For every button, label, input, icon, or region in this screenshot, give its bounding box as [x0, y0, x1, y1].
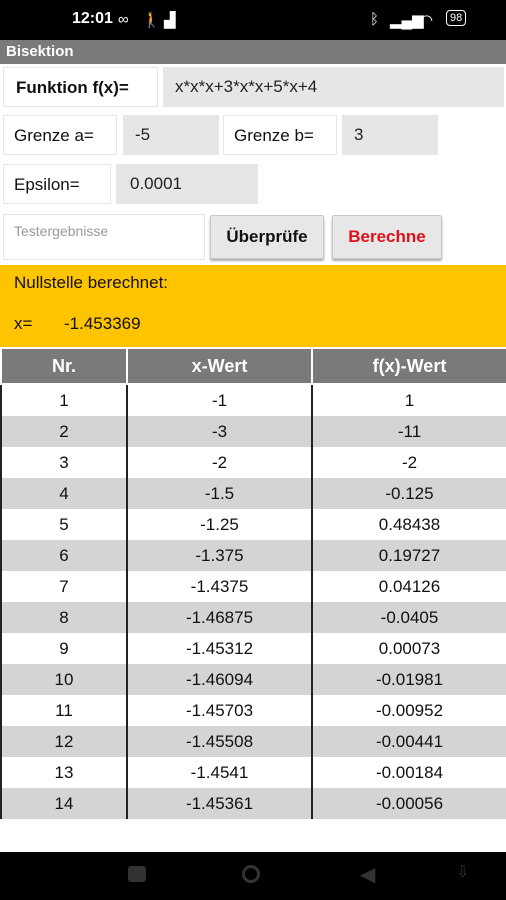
a-label: Grenze a= — [3, 115, 117, 155]
cell-fx: -11 — [311, 416, 506, 447]
table-row: 12 -1.45508 -0.00441 — [0, 726, 506, 757]
cell-nr: 2 — [0, 416, 128, 447]
results-table: Nr. x-Wert f(x)-Wert 1 -1 1 2 -3 -11 3 -2 -2 4 -1.… — [0, 347, 506, 819]
table-header-row: Nr. x-Wert f(x)-Wert — [0, 347, 506, 385]
table-row: 5 -1.25 0.48438 — [0, 509, 506, 540]
navigation-bar: ◀ ⇩ — [0, 852, 506, 900]
cell-nr: 12 — [0, 726, 128, 757]
cell-fx: -0.00184 — [311, 757, 506, 788]
cell-x: -3 — [126, 416, 313, 447]
cell-fx: -0.01981 — [311, 664, 506, 695]
cell-x: -1.4375 — [126, 571, 313, 602]
cell-x: -1.46875 — [126, 602, 313, 633]
cell-x: -1.45703 — [126, 695, 313, 726]
cell-fx: 1 — [311, 384, 506, 416]
table-row: 8 -1.46875 -0.0405 — [0, 602, 506, 633]
epsilon-input[interactable]: 0.0001 — [116, 164, 258, 204]
table-row: 11 -1.45703 -0.00952 — [0, 695, 506, 726]
cell-nr: 5 — [0, 509, 128, 540]
header-x: x-Wert — [126, 347, 313, 385]
table-row: 7 -1.4375 0.04126 — [0, 571, 506, 602]
table-row: 3 -2 -2 — [0, 447, 506, 478]
cell-nr: 6 — [0, 540, 128, 571]
app-title-bar: Bisektion — [0, 40, 506, 64]
cell-fx: -0.125 — [311, 478, 506, 509]
result-x-value: -1.453369 — [64, 314, 141, 333]
status-bar: 12:01 ∞ 🚶 ▟ ᛒ ▂▄▆ ◠ 98 — [0, 0, 506, 40]
cell-nr: 1 — [0, 384, 128, 416]
bluetooth-icon: ᛒ — [370, 11, 380, 28]
cell-x: -1.25 — [126, 509, 313, 540]
cell-x: -1.45508 — [126, 726, 313, 757]
cell-nr: 7 — [0, 571, 128, 602]
cell-nr: 13 — [0, 757, 128, 788]
table-row: 14 -1.45361 -0.00056 — [0, 788, 506, 819]
calculate-button[interactable]: Berechne — [332, 215, 442, 259]
infinity-icon: ∞ — [118, 11, 129, 28]
cell-fx: 0.00073 — [311, 633, 506, 664]
table-row: 13 -1.4541 -0.00184 — [0, 757, 506, 788]
cell-fx: -0.00952 — [311, 695, 506, 726]
cell-nr: 3 — [0, 447, 128, 478]
cell-nr: 9 — [0, 633, 128, 664]
status-time: 12:01 — [72, 10, 113, 27]
a-input[interactable]: -5 — [123, 115, 219, 155]
function-label: Funktion f(x)= — [3, 67, 158, 107]
test-results-field[interactable]: Testergebnisse — [3, 214, 205, 260]
table-row: 1 -1 1 — [0, 384, 506, 416]
cell-nr: 8 — [0, 602, 128, 633]
home-circle-icon[interactable] — [242, 865, 260, 883]
cell-nr: 4 — [0, 478, 128, 509]
epsilon-label: Epsilon= — [3, 164, 111, 204]
table-row: 2 -3 -11 — [0, 416, 506, 447]
cell-x: -1.4541 — [126, 757, 313, 788]
keyboard-down-icon[interactable]: ⇩ — [456, 862, 469, 882]
square-icon[interactable] — [128, 866, 146, 882]
cell-x: -1.45361 — [126, 788, 313, 819]
result-x-label: x= — [14, 314, 33, 333]
function-input[interactable]: x*x*x+3*x*x+5*x+4 — [163, 67, 504, 107]
cell-x: -1 — [126, 384, 313, 416]
cell-fx: -0.00056 — [311, 788, 506, 819]
cell-fx: 0.04126 — [311, 571, 506, 602]
cell-fx: -0.00441 — [311, 726, 506, 757]
cell-x: -2 — [126, 447, 313, 478]
cell-fx: 0.48438 — [311, 509, 506, 540]
cell-nr: 14 — [0, 788, 128, 819]
b-input[interactable]: 3 — [342, 115, 438, 155]
iteration-table: Nr. x-Wert f(x)-Wert 1 -1 1 2 -3 -11 3 -2 -2 4 -1.… — [0, 347, 506, 852]
table-row: 9 -1.45312 0.00073 — [0, 633, 506, 664]
wifi-icon: ◠ — [420, 12, 434, 29]
table-row: 10 -1.46094 -0.01981 — [0, 664, 506, 695]
result-panel: Nullstelle berechnet: x= -1.453369 — [0, 265, 506, 347]
battery-level: 98 — [450, 12, 463, 24]
cell-fx: -0.0405 — [311, 602, 506, 633]
cell-fx: -2 — [311, 447, 506, 478]
b-label: Grenze b= — [223, 115, 337, 155]
cell-x: -1.45312 — [126, 633, 313, 664]
table-row: 6 -1.375 0.19727 — [0, 540, 506, 571]
header-fx: f(x)-Wert — [311, 347, 506, 385]
battery-icon: 98 — [446, 10, 467, 26]
back-triangle-icon[interactable]: ◀ — [360, 862, 375, 887]
cell-nr: 11 — [0, 695, 128, 726]
chart-icon: ▟ — [164, 12, 176, 29]
cell-x: -1.375 — [126, 540, 313, 571]
app-title: Bisektion — [6, 43, 74, 60]
signal-icon: ▂▄▆ — [390, 12, 424, 29]
header-nr: Nr. — [0, 347, 128, 385]
result-heading: Nullstelle berechnet: — [14, 273, 169, 292]
table-row: 4 -1.5 -0.125 — [0, 478, 506, 509]
check-button[interactable]: Überprüfe — [210, 215, 324, 259]
cell-nr: 10 — [0, 664, 128, 695]
cell-x: -1.46094 — [126, 664, 313, 695]
cell-fx: 0.19727 — [311, 540, 506, 571]
walk-icon: 🚶 — [142, 12, 161, 29]
cell-x: -1.5 — [126, 478, 313, 509]
